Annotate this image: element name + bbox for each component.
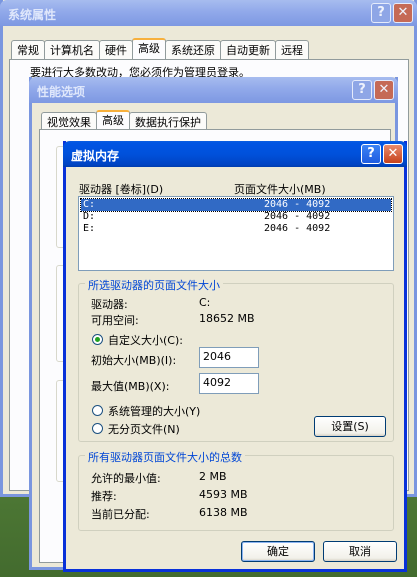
performance-options-titlebar[interactable]: 性能选项 ? ✕ (29, 77, 398, 103)
close-icon: ✕ (378, 82, 390, 97)
close-button[interactable]: ✕ (393, 3, 413, 23)
custom-size-label[interactable]: 自定义大小(C): (108, 332, 183, 348)
system-managed-radio[interactable] (92, 405, 103, 416)
free-space-label: 可用空间: (91, 314, 139, 327)
close-button[interactable]: ✕ (383, 144, 403, 164)
performance-options-title: 性能选项 (37, 85, 86, 99)
drive-row[interactable]: D: 2046 - 4092 (81, 211, 391, 223)
drive-row[interactable]: C: 2046 - 4092 (80, 198, 392, 212)
drive-list[interactable]: C: 2046 - 4092 D: 2046 - 4092 E: 2046 - … (78, 196, 394, 271)
allocated-label: 当前已分配: (91, 508, 150, 521)
tab-system-restore[interactable]: 系统还原 (165, 40, 221, 60)
drive-size: 2046 - 4092 (264, 223, 331, 234)
close-icon: ✕ (387, 146, 399, 161)
help-button[interactable]: ? (352, 80, 372, 100)
tab-advanced[interactable]: 高级 (132, 38, 166, 61)
drive-row[interactable]: E: 2046 - 4092 (81, 223, 391, 235)
tab-general[interactable]: 常规 (11, 40, 45, 60)
recommended-label: 推荐: (91, 490, 117, 503)
help-icon: ? (367, 146, 375, 161)
system-properties-title: 系统属性 (8, 8, 57, 22)
virtual-memory-title: 虚拟内存 (71, 149, 120, 163)
help-button[interactable]: ? (371, 3, 391, 23)
tab-remote[interactable]: 远程 (275, 40, 309, 60)
drive-letter: D: (83, 211, 96, 222)
system-managed-label[interactable]: 系统管理的大小(Y) (108, 403, 200, 419)
min-allowed-label: 允许的最小值: (91, 472, 161, 485)
drive-size: 2046 - 4092 (264, 199, 331, 210)
help-icon: ? (377, 5, 385, 20)
help-icon: ? (358, 82, 366, 97)
cancel-button[interactable]: 取消 (323, 541, 397, 562)
help-button[interactable]: ? (361, 144, 381, 164)
drive-label: 驱动器: (91, 298, 128, 311)
tab-auto-update[interactable]: 自动更新 (220, 40, 276, 60)
total-paging-group: 所有驱动器页面文件大小的总数 允许的最小值: 2 MB 推荐: 4593 MB … (78, 449, 394, 531)
free-space-value: 18652 MB (199, 312, 255, 325)
allocated-value: 6138 MB (199, 506, 248, 519)
custom-size-radio[interactable] (92, 334, 103, 345)
selected-drive-group: 所选驱动器的页面文件大小 驱动器: C: 可用空间: 18652 MB 自定义大… (78, 277, 394, 442)
selected-drive-group-title: 所选驱动器的页面文件大小 (85, 277, 223, 293)
drive-size: 2046 - 4092 (264, 211, 331, 222)
virtual-memory-titlebar[interactable]: 虚拟内存 ? ✕ (63, 141, 407, 167)
no-paging-file-radio[interactable] (92, 423, 103, 434)
no-paging-file-label[interactable]: 无分页文件(N) (108, 421, 180, 437)
system-properties-titlebar[interactable]: 系统属性 ? ✕ (0, 0, 417, 26)
max-size-input[interactable]: 4092 (199, 373, 259, 394)
close-icon: ✕ (397, 5, 409, 20)
set-button[interactable]: 设置(S) (314, 416, 386, 437)
ok-button[interactable]: 确定 (241, 541, 315, 562)
tab-computer-name[interactable]: 计算机名 (44, 40, 100, 60)
initial-size-input[interactable]: 2046 (199, 347, 259, 368)
virtual-memory-dialog: 虚拟内存 ? ✕ 驱动器 [卷标](D) 页面文件大小(MB) C: 2046 … (63, 141, 407, 572)
tab-hardware[interactable]: 硬件 (99, 40, 133, 60)
min-allowed-value: 2 MB (199, 470, 227, 483)
drive-column-header: 驱动器 [卷标](D) (79, 183, 164, 196)
size-column-header: 页面文件大小(MB) (234, 183, 326, 196)
drive-letter: C: (83, 199, 96, 210)
initial-size-label: 初始大小(MB)(I): (91, 354, 177, 367)
drive-letter: E: (83, 223, 96, 234)
total-paging-group-title: 所有驱动器页面文件大小的总数 (85, 449, 245, 465)
max-size-label: 最大值(MB)(X): (91, 380, 170, 393)
recommended-value: 4593 MB (199, 488, 248, 501)
drive-value: C: (199, 296, 211, 309)
close-button[interactable]: ✕ (374, 80, 394, 100)
